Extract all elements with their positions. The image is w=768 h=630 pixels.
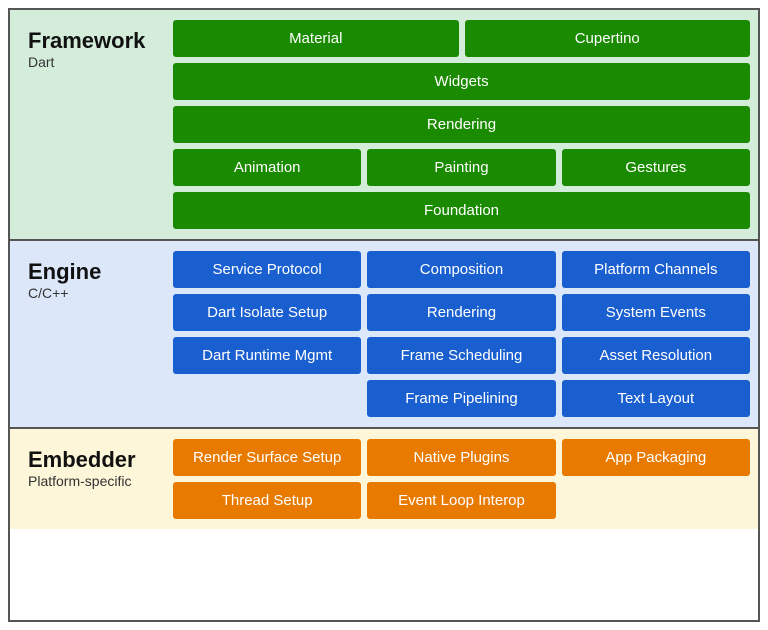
item-button[interactable]: Foundation: [173, 192, 750, 229]
framework-label: Framework Dart: [18, 20, 173, 229]
item-button[interactable]: Material: [173, 20, 459, 57]
embedder-section: Embedder Platform-specific Render Surfac…: [10, 429, 758, 529]
item-button[interactable]: Frame Scheduling: [367, 337, 555, 374]
item-button[interactable]: Render Surface Setup: [173, 439, 361, 476]
button-row: Frame PipeliningText Layout: [173, 380, 750, 417]
item-button[interactable]: Gestures: [562, 149, 750, 186]
engine-title: Engine: [28, 259, 163, 285]
item-button[interactable]: Text Layout: [562, 380, 750, 417]
item-button[interactable]: Event Loop Interop: [367, 482, 555, 519]
embedder-subtitle: Platform-specific: [28, 473, 163, 489]
engine-content: Service ProtocolCompositionPlatform Chan…: [173, 251, 750, 417]
engine-section: Engine C/C++ Service ProtocolComposition…: [10, 241, 758, 429]
engine-subtitle: C/C++: [28, 285, 163, 301]
button-row: Dart Runtime MgmtFrame SchedulingAsset R…: [173, 337, 750, 374]
item-button[interactable]: Dart Isolate Setup: [173, 294, 361, 331]
button-row: Rendering: [173, 106, 750, 143]
button-row: Render Surface SetupNative PluginsApp Pa…: [173, 439, 750, 476]
framework-content: MaterialCupertino Widgets Rendering Animati…: [173, 20, 750, 229]
button-row: Foundation: [173, 192, 750, 229]
item-button[interactable]: Thread Setup: [173, 482, 361, 519]
item-button[interactable]: Composition: [367, 251, 555, 288]
embedder-content: Render Surface SetupNative PluginsApp Pa…: [173, 439, 750, 519]
button-row: Widgets: [173, 63, 750, 100]
item-button[interactable]: App Packaging: [562, 439, 750, 476]
item-button[interactable]: System Events: [562, 294, 750, 331]
item-button[interactable]: Rendering: [173, 106, 750, 143]
item-button[interactable]: Animation: [173, 149, 361, 186]
item-button[interactable]: Dart Runtime Mgmt: [173, 337, 361, 374]
main-container: Framework Dart MaterialCupertino Widgets R…: [8, 8, 760, 622]
button-row: Service ProtocolCompositionPlatform Chan…: [173, 251, 750, 288]
button-row: Thread SetupEvent Loop Interop: [173, 482, 750, 519]
embedder-label: Embedder Platform-specific: [18, 439, 173, 519]
item-button[interactable]: Frame Pipelining: [367, 380, 555, 417]
item-button[interactable]: Widgets: [173, 63, 750, 100]
framework-section: Framework Dart MaterialCupertino Widgets R…: [10, 10, 758, 241]
framework-title: Framework: [28, 28, 163, 54]
item-button[interactable]: Rendering: [367, 294, 555, 331]
item-button[interactable]: Service Protocol: [173, 251, 361, 288]
item-button[interactable]: Cupertino: [465, 20, 751, 57]
item-button[interactable]: Asset Resolution: [562, 337, 750, 374]
item-button[interactable]: Platform Channels: [562, 251, 750, 288]
item-button[interactable]: Native Plugins: [367, 439, 555, 476]
button-row: Dart Isolate SetupRenderingSystem Events: [173, 294, 750, 331]
button-row: MaterialCupertino: [173, 20, 750, 57]
button-row: AnimationPaintingGestures: [173, 149, 750, 186]
engine-label: Engine C/C++: [18, 251, 173, 417]
item-button[interactable]: Painting: [367, 149, 555, 186]
framework-subtitle: Dart: [28, 54, 163, 70]
embedder-title: Embedder: [28, 447, 163, 473]
